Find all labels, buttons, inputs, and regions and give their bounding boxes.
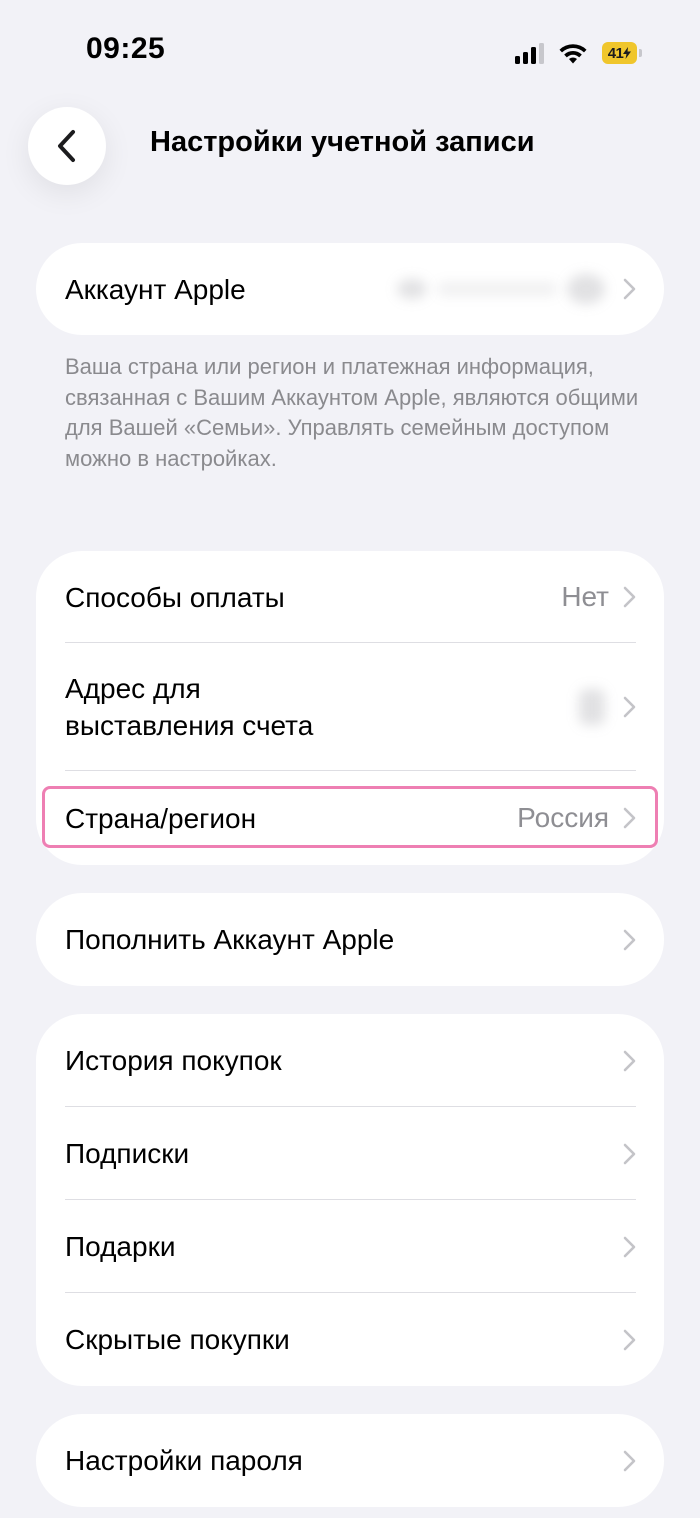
hidden-purchases-label: Скрытые покупки xyxy=(65,1324,290,1355)
country-region-label: Страна/регион xyxy=(65,802,257,834)
payment-methods-row[interactable]: Способы оплаты Нет xyxy=(36,551,664,643)
list-item[interactable]: История покупок xyxy=(36,1014,664,1107)
payment-methods-value: Нет xyxy=(561,581,609,612)
subscriptions-label: Подписки xyxy=(65,1138,190,1169)
password-settings-label: Настройки пароля xyxy=(65,1445,303,1476)
status-bar: 09:25 41 xyxy=(0,0,700,100)
chevron-right-icon xyxy=(623,1050,636,1071)
country-region-row[interactable]: Страна/регион Россия xyxy=(36,771,664,865)
purchase-history-label: История покупок xyxy=(65,1045,282,1076)
list-item[interactable]: Подписки xyxy=(36,1107,664,1200)
chevron-right-icon xyxy=(623,807,636,829)
page-title: Настройки учетной записи xyxy=(150,126,535,158)
top-up-group: Пополнить Аккаунт Apple xyxy=(36,893,664,986)
apple-account-row[interactable]: Аккаунт Apple xyxy=(36,243,664,335)
apple-account-label: Аккаунт Apple xyxy=(65,273,246,305)
billing-address-value-blurred xyxy=(579,689,605,725)
apple-account-value-blurred xyxy=(397,274,605,304)
battery-level: 41 xyxy=(602,42,638,64)
purchases-group: История покупок Подписки Подарки Скрытые… xyxy=(36,1014,664,1386)
billing-address-label: Адрес для выставления счета xyxy=(65,673,314,741)
chevron-right-icon xyxy=(623,1143,636,1164)
apple-account-group: Аккаунт Apple xyxy=(36,243,664,335)
billing-address-row[interactable]: Адрес для выставления счета xyxy=(36,643,664,771)
family-sharing-footnote: Ваша страна или регион и платежная инфор… xyxy=(65,354,639,471)
password-settings-row[interactable]: Настройки пароля xyxy=(36,1414,664,1507)
chevron-right-icon xyxy=(623,1236,636,1257)
chevron-right-icon xyxy=(623,1450,636,1471)
wifi-icon xyxy=(559,44,587,64)
top-up-row[interactable]: Пополнить Аккаунт Apple xyxy=(36,893,664,986)
chevron-right-icon xyxy=(623,929,636,950)
back-button[interactable] xyxy=(28,107,106,185)
list-item[interactable]: Подарки xyxy=(36,1200,664,1293)
status-icons: 41 xyxy=(515,38,642,68)
billing-group: Способы оплаты Нет Адрес для выставления… xyxy=(36,551,664,865)
chevron-right-icon xyxy=(623,586,636,608)
chevron-left-icon xyxy=(58,130,75,162)
list-item[interactable]: Скрытые покупки xyxy=(36,1293,664,1386)
payment-methods-label: Способы оплаты xyxy=(65,581,285,613)
chevron-right-icon xyxy=(623,278,636,300)
top-up-label: Пополнить Аккаунт Apple xyxy=(65,924,395,955)
chevron-right-icon xyxy=(623,696,636,718)
status-time: 09:25 xyxy=(86,32,166,65)
chevron-right-icon xyxy=(623,1329,636,1350)
battery-charging-icon: 41 xyxy=(602,42,642,64)
password-group: Настройки пароля xyxy=(36,1414,664,1507)
country-region-value: Россия xyxy=(517,802,609,833)
gifts-label: Подарки xyxy=(65,1231,176,1262)
signal-icon xyxy=(515,42,544,64)
